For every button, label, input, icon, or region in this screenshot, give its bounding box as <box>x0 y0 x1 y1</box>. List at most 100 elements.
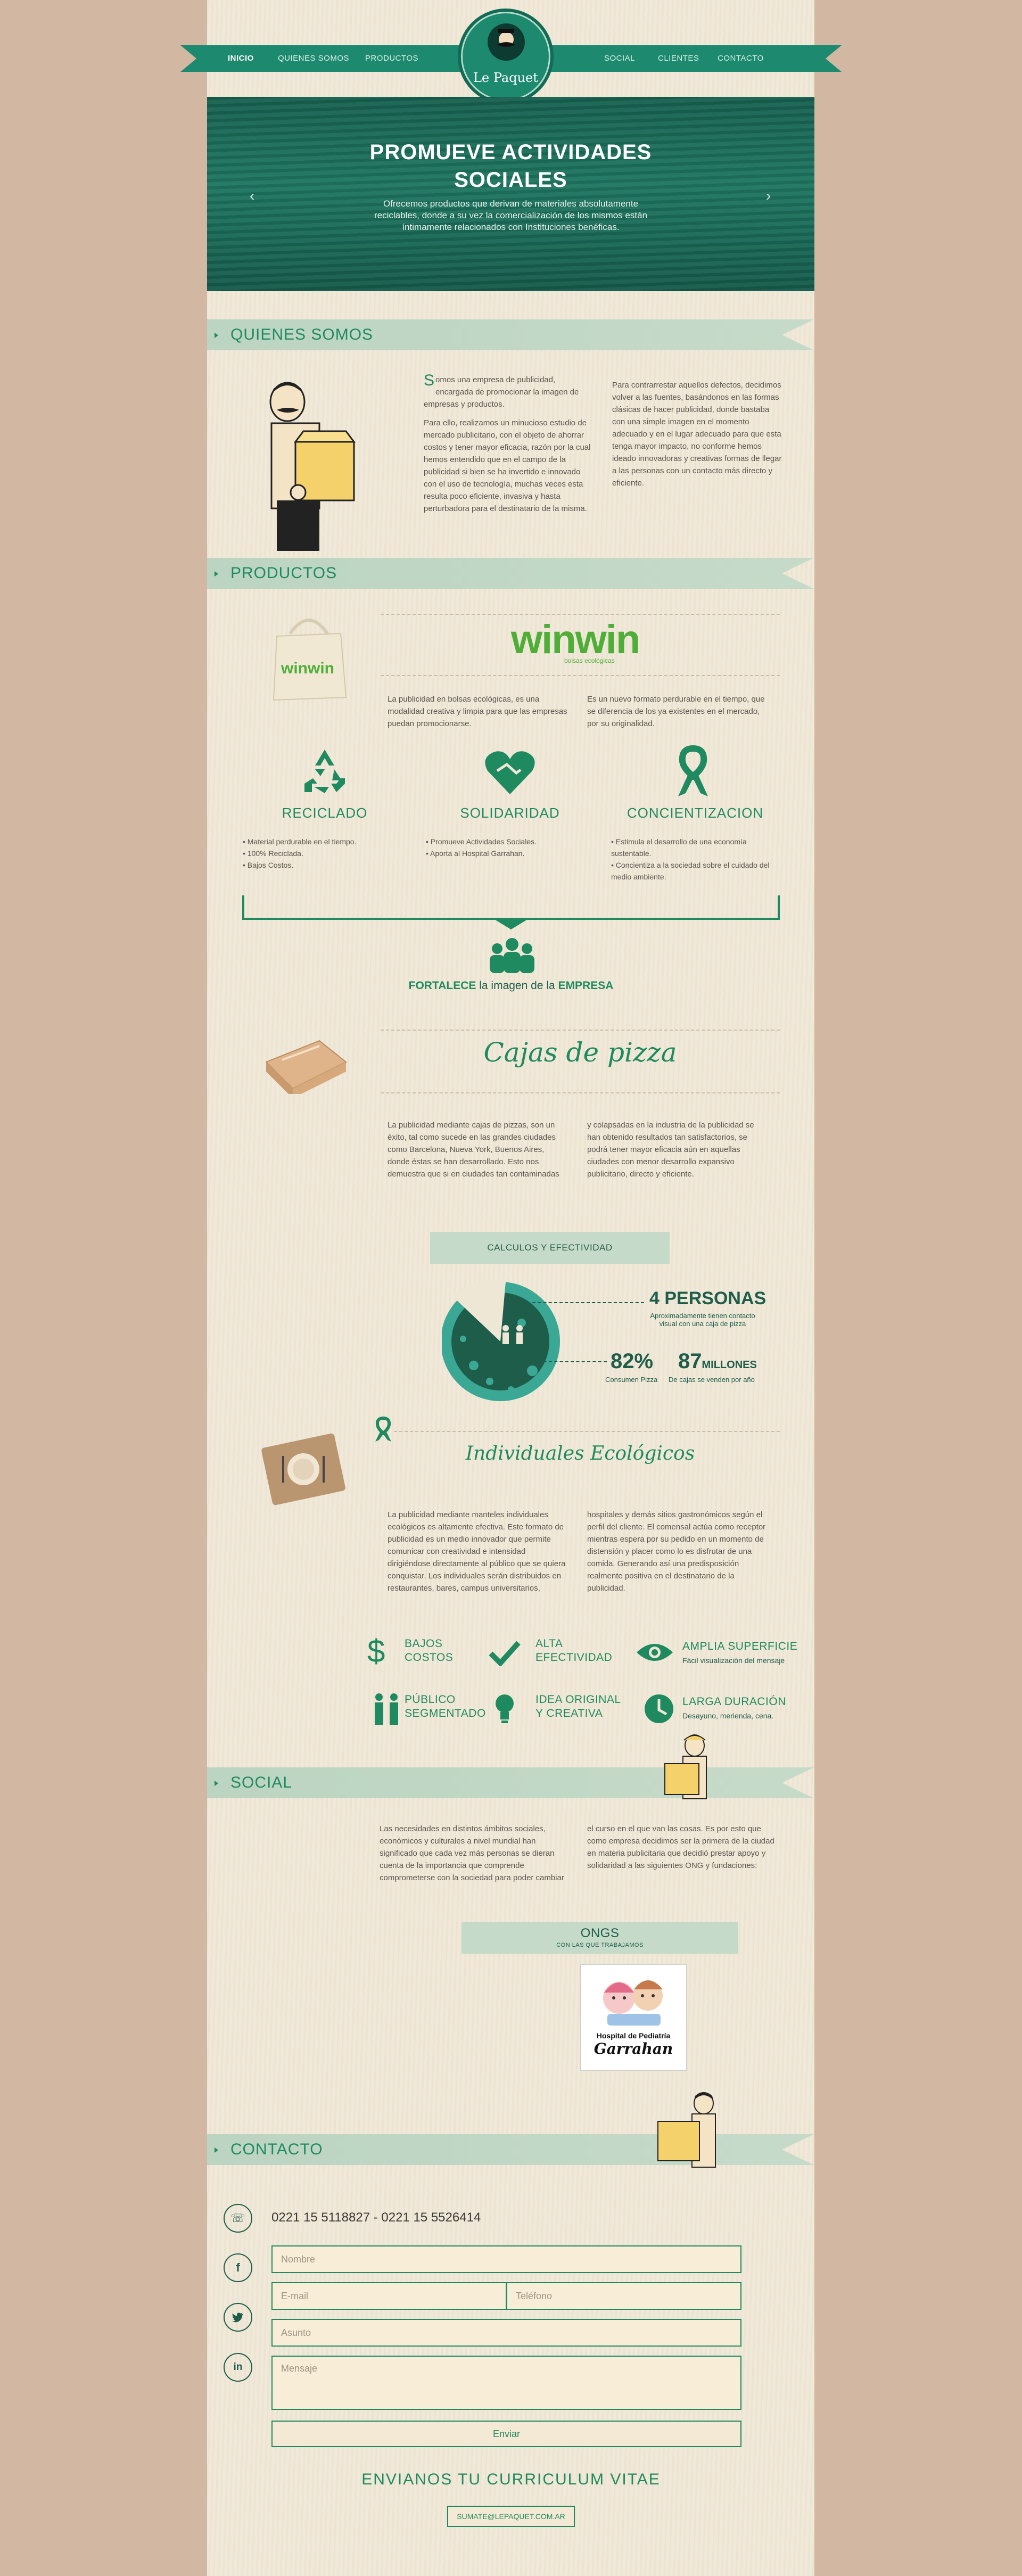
benefit-bajos-costos: BAJOS COSTOS <box>405 1637 454 1664</box>
logo[interactable]: Le Paquet <box>458 9 554 104</box>
stats-ribbon: CALCULOS Y EFECTIVIDAD <box>430 1232 670 1264</box>
stat1-caption: Aproximadamente tienen contacto visual co… <box>650 1312 755 1328</box>
benefit-larga-duracion: LARGA DURACIÓN Desayuno, merienda, cena. <box>682 1696 786 1720</box>
asunto-field[interactable] <box>271 2319 741 2347</box>
stat2-caption: Consumen Pizza <box>605 1376 658 1384</box>
section-title-contacto: CONTACTO <box>230 2141 323 2158</box>
stat-connector <box>532 1361 607 1362</box>
lightbulb-icon <box>496 1694 514 1723</box>
phone-icon[interactable]: ☏ <box>224 2204 252 2233</box>
dollar-icon: $ <box>367 1633 385 1669</box>
bracket-point <box>492 918 530 929</box>
stat3-value: 87MILLONES <box>678 1349 757 1373</box>
pizza-title: Cajas de pizza <box>483 1037 677 1068</box>
winwin-subtitle: bolsas ecológicas <box>564 657 615 664</box>
tote-bag-illustration: winwin <box>273 619 347 701</box>
pizza-stats-infographic <box>442 1280 560 1401</box>
stat2-value: 82% <box>611 1349 654 1373</box>
nav-contacto[interactable]: CONTACTO <box>718 45 764 72</box>
mensaje-field[interactable] <box>271 2356 741 2410</box>
awareness-ribbon-small-icon <box>375 1416 391 1442</box>
heart-handshake-icon <box>485 751 535 794</box>
divider <box>394 1431 780 1432</box>
feature-title-solidaridad: SOLIDARIDAD <box>460 805 560 821</box>
send-button[interactable]: Enviar <box>271 2421 741 2447</box>
divider <box>381 614 780 615</box>
hospital-children-icon <box>603 1980 663 2026</box>
contact-phone: 0221 15 5118827 - 0221 15 5526414 <box>271 2210 481 2225</box>
divider <box>381 675 780 676</box>
individuales-text-left: La publicidad mediante manteles individu… <box>388 1510 566 1593</box>
feature-title-reciclado: RECICLADO <box>282 805 368 821</box>
productos-text-left: La publicidad en bolsas ecológicas, es u… <box>388 695 567 728</box>
section-title-quienes: QUIENES SOMOS <box>230 326 374 343</box>
individuales-text-right: hospitales y demás sitios gastronómicos … <box>587 1510 766 1593</box>
stat-connector <box>532 1302 644 1303</box>
eye-icon <box>637 1644 673 1661</box>
delivery-man-small-illustration <box>664 1734 707 1799</box>
feature-list-reciclado: • Material perdurable en el tiempo. • 10… <box>243 837 357 869</box>
feature-list-concientizacion: • Estimula el desarrollo de una economía… <box>611 837 770 881</box>
awareness-ribbon-icon <box>678 745 708 796</box>
hospital-garrahan-logo[interactable]: Hospital de Pediatría Garrahan <box>580 1964 687 2071</box>
fortalece-tagline: FORTALECE la imagen de la EMPRESA <box>408 980 614 992</box>
ongs-ribbon: ONGS CON LAS QUE TRABAJAMOS <box>461 1922 738 1954</box>
stat1-value: 4 PERSONAS <box>649 1288 767 1308</box>
group-people-icon <box>490 938 534 973</box>
stat3-caption: De cajas se venden por año <box>669 1376 755 1384</box>
svg-text:winwin: winwin <box>281 660 334 677</box>
telefono-field[interactable] <box>506 2282 741 2310</box>
quienes-col2: Para contrarrestar aquellos defectos, de… <box>612 381 782 488</box>
social-text-right: el curso en el que van las cosas. Es por… <box>587 1824 774 1870</box>
cv-email-link[interactable]: SUMATE@LEPAQUET.COM.AR <box>447 2506 575 2527</box>
hero-title: PROMUEVE ACTIVIDADES SOCIALES <box>369 141 652 192</box>
hero-next-arrow-icon[interactable]: › <box>766 187 771 204</box>
divider <box>381 1030 780 1031</box>
nav-quienes-somos[interactable]: QUIENES SOMOS <box>278 45 349 72</box>
feature-list-solidaridad: • Promueve Actividades Sociales. • Aport… <box>426 837 537 858</box>
feature-title-concientizacion: CONCIENTIZACION <box>627 805 764 821</box>
bracket-divider <box>242 895 780 920</box>
email-field[interactable] <box>271 2282 507 2310</box>
people-icon <box>375 1693 398 1725</box>
ribbon-arrow-icon <box>215 571 218 577</box>
facebook-icon[interactable]: f <box>224 2253 252 2282</box>
section-ribbon-productos: PRODUCTOS <box>207 558 814 589</box>
benefit-publico-segmentado: PÚBLICO SEGMENTADO <box>405 1693 486 1719</box>
logo-face-icon <box>488 23 525 61</box>
pizza-text-left: La publicidad mediante cajas de pizzas, … <box>388 1121 559 1179</box>
section-ribbon-quienes: QUIENES SOMOS <box>207 319 814 350</box>
nav-clientes[interactable]: CLIENTES <box>658 45 699 72</box>
productos-text-right: Es un nuevo formato perdurable en el tie… <box>587 695 765 728</box>
divider <box>381 1092 780 1093</box>
delivery-man-illustration <box>269 382 356 551</box>
nombre-field[interactable] <box>271 2245 741 2273</box>
clock-icon <box>645 1694 673 1723</box>
hero-text: Ofrecemos productos que derivan de mater… <box>374 199 648 232</box>
benefit-alta-efectividad: ALTA EFECTIVIDAD <box>535 1637 613 1664</box>
benefit-amplia-superficie: AMPLIA SUPERFICIE Fácil visualización del… <box>682 1640 798 1665</box>
benefit-idea-original: IDEA ORIGINAL Y CREATIVA <box>535 1693 621 1719</box>
twitter-icon[interactable] <box>224 2303 252 2332</box>
ribbon-arrow-icon <box>215 333 218 338</box>
placemat-illustration <box>261 1433 345 1505</box>
hero-slider: PROMUEVE ACTIVIDADES SOCIALES Ofrecemos … <box>207 97 814 291</box>
pizza-box-illustration <box>265 1040 347 1094</box>
hero-prev-arrow-icon[interactable]: ‹ <box>250 187 254 204</box>
section-title-productos: PRODUCTOS <box>230 564 337 582</box>
ribbon-arrow-icon <box>215 1781 218 1786</box>
checkmark-icon <box>489 1641 521 1666</box>
winwin-logo: winwin <box>511 617 640 662</box>
nav-inicio[interactable]: INICIO <box>228 45 254 72</box>
pizza-text-right: y colapsadas en la industria de la publi… <box>587 1121 754 1179</box>
nav-productos[interactable]: PRODUCTOS <box>365 45 418 72</box>
section-title-social: SOCIAL <box>230 1774 293 1791</box>
nav-social[interactable]: SOCIAL <box>604 45 635 72</box>
social-text-left: Las necesidades en distintos ámbitos soc… <box>380 1824 564 1882</box>
delivery-man-small-illustration <box>657 2092 716 2168</box>
recycle-icon <box>304 750 345 793</box>
quienes-col1: Somos una empresa de publicidad, encarga… <box>424 372 591 514</box>
linkedin-icon[interactable]: in <box>224 2353 252 2382</box>
individuales-title: Individuales Ecológicos <box>465 1443 695 1464</box>
logo-text: Le Paquet <box>473 70 538 85</box>
